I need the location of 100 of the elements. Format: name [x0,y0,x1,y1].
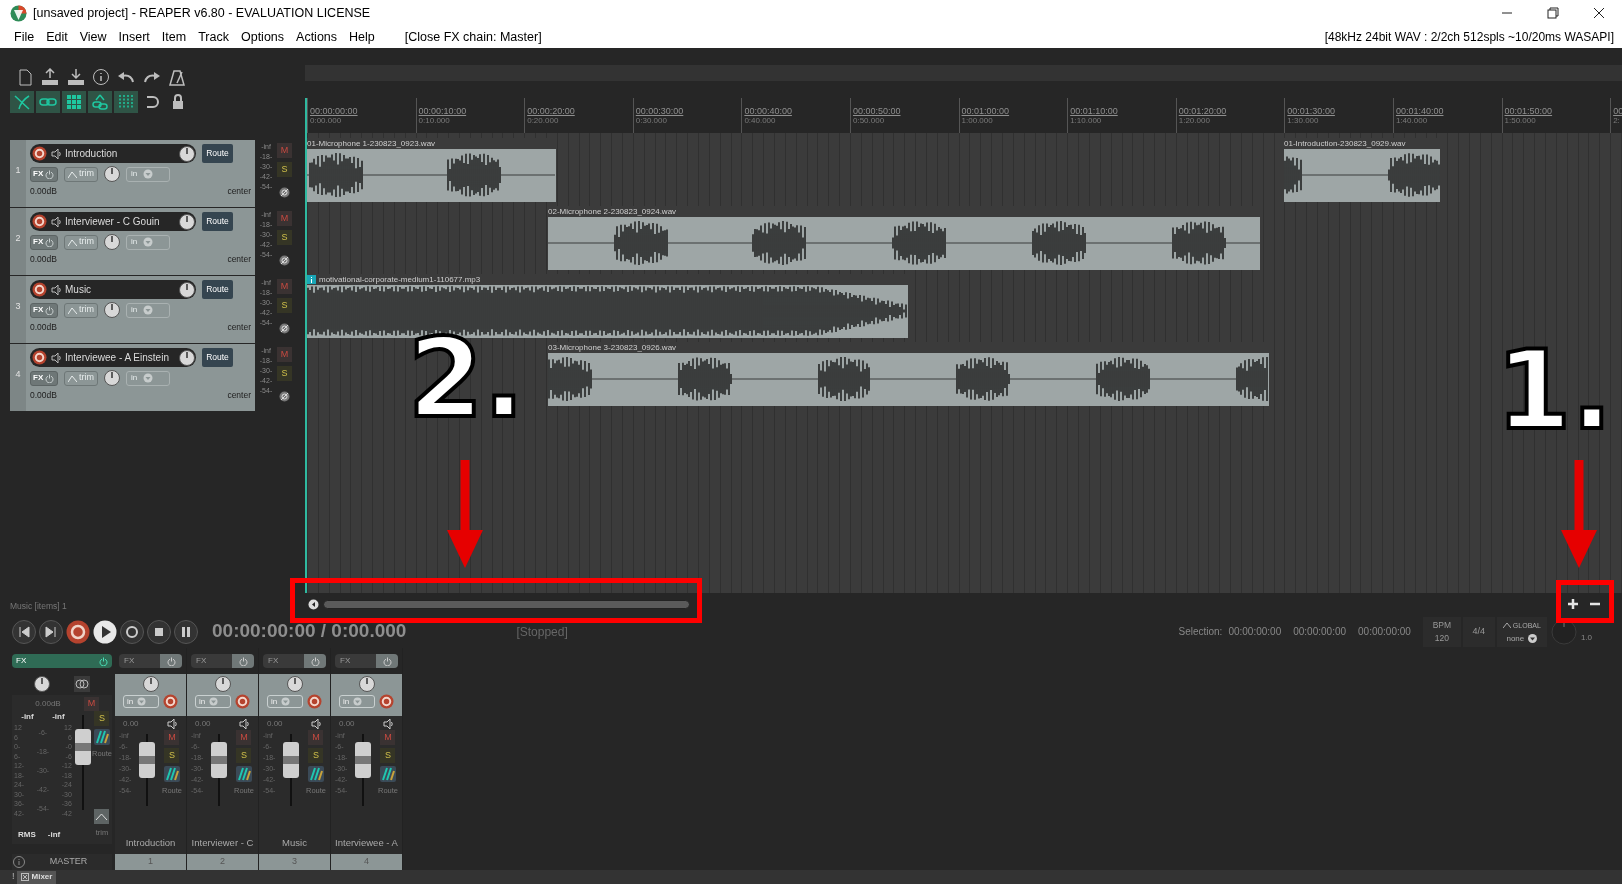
menu-item[interactable]: Options [234,27,291,47]
record-icon[interactable] [66,619,90,644]
solo-button[interactable]: S [277,230,292,245]
route-button[interactable]: Route [202,212,233,231]
record-arm-button[interactable] [32,146,47,161]
play-icon[interactable] [93,619,117,644]
speaker-icon[interactable] [50,147,62,160]
knob[interactable] [142,676,159,692]
crossfade-icon[interactable] [13,93,31,111]
speaker-icon[interactable] [50,283,62,296]
menu-item[interactable]: Item [155,27,193,47]
dotted-grid-icon[interactable] [117,93,135,111]
phase-icon[interactable] [279,187,290,198]
knob[interactable] [286,676,303,692]
horizontal-scrollbar[interactable] [323,599,690,609]
fx-button[interactable]: FX [30,234,58,250]
menu-item[interactable]: Insert [112,27,156,47]
power-icon[interactable] [45,373,55,383]
bpm-display[interactable]: BPM 120 [1422,616,1461,647]
speaker-icon[interactable] [382,718,394,730]
knob[interactable] [104,234,120,250]
fx-button[interactable]: FX [263,654,326,668]
menu-item[interactable]: View [73,27,113,47]
power-icon[interactable] [166,656,176,666]
solo-button[interactable]: S [308,748,324,763]
zoom-in-icon[interactable] [1566,597,1580,611]
phase-icon[interactable] [279,323,290,334]
power-icon[interactable] [238,656,248,666]
stop-icon[interactable] [147,619,171,644]
knob[interactable] [179,213,195,230]
skip-back-icon[interactable] [12,619,36,644]
power-icon[interactable] [45,169,55,179]
phase-icon[interactable] [279,255,290,266]
fader-handle[interactable] [354,742,373,778]
speaker-icon[interactable] [238,718,250,730]
knob[interactable] [104,370,120,386]
power-icon[interactable] [99,656,108,666]
solo-button[interactable]: S [277,298,292,313]
pause-icon[interactable] [174,619,198,644]
route-icon[interactable] [236,766,252,782]
record-arm-button[interactable] [32,282,47,297]
fx-button[interactable]: FX [12,654,112,668]
knob[interactable] [358,676,375,692]
tray-upload-icon[interactable] [40,68,60,86]
track-name-field[interactable]: Interviewee - A Einstein [30,348,196,367]
fx-button[interactable]: FX [30,370,58,386]
phase-icon[interactable] [279,391,290,402]
solo-button[interactable]: S [94,711,110,726]
solo-button[interactable]: S [277,366,292,381]
fx-button[interactable]: FX [335,654,398,668]
fx-button[interactable]: FX [30,166,58,182]
speaker-icon[interactable] [166,718,178,730]
tray-download-icon[interactable] [66,68,86,86]
fx-button[interactable]: FX [191,654,254,668]
power-icon[interactable] [310,656,320,666]
knob[interactable] [214,676,231,692]
scroll-left-icon[interactable] [308,598,319,610]
menu-item[interactable]: File [8,27,41,47]
stereo-icon[interactable] [74,676,90,692]
route-icon[interactable] [164,766,180,782]
fader-handle[interactable] [210,742,229,778]
speaker-icon[interactable] [310,718,322,730]
knob[interactable] [179,281,195,298]
fader-handle[interactable] [73,729,92,765]
info-badge-icon[interactable] [307,275,316,284]
record-arm-button[interactable] [32,214,47,229]
fx-button[interactable]: FX [119,654,182,668]
menu-item[interactable]: Help [343,27,381,47]
trim-icon[interactable] [94,809,110,825]
fader-handle[interactable] [282,742,301,778]
knob[interactable] [179,349,195,366]
grid-icon[interactable] [65,93,83,111]
track-name-field[interactable]: Introduction [30,144,196,163]
solo-button[interactable]: S [380,748,396,763]
power-icon[interactable] [382,656,392,666]
linked-nodes-icon[interactable] [91,93,109,111]
info-icon[interactable] [92,68,110,86]
knob[interactable] [104,166,120,182]
menu-item[interactable]: Actions [290,27,344,47]
solo-button[interactable]: S [236,748,252,763]
knob[interactable] [34,676,50,692]
solo-button[interactable]: S [277,162,292,177]
record-arm-button[interactable] [32,350,47,365]
fx-button[interactable]: FX [30,302,58,318]
speaker-icon[interactable] [50,215,62,228]
speaker-icon[interactable] [50,351,62,364]
menu-item[interactable]: Edit [40,27,74,47]
skip-forward-icon[interactable] [39,619,63,644]
route-icon[interactable] [380,766,396,782]
time-signature[interactable]: 4/4 [1462,616,1495,647]
new-file-icon[interactable] [16,68,34,86]
track-name-field[interactable]: Music [30,280,196,299]
knob[interactable] [104,302,120,318]
menu-action[interactable]: [Close FX chain: Master] [400,27,546,47]
route-button[interactable]: Route [202,144,233,163]
power-icon[interactable] [45,237,55,247]
fader-handle[interactable] [138,742,157,778]
metronome-icon[interactable] [168,68,186,86]
route-button[interactable]: Route [202,280,233,299]
route-button[interactable]: Route [202,348,233,367]
